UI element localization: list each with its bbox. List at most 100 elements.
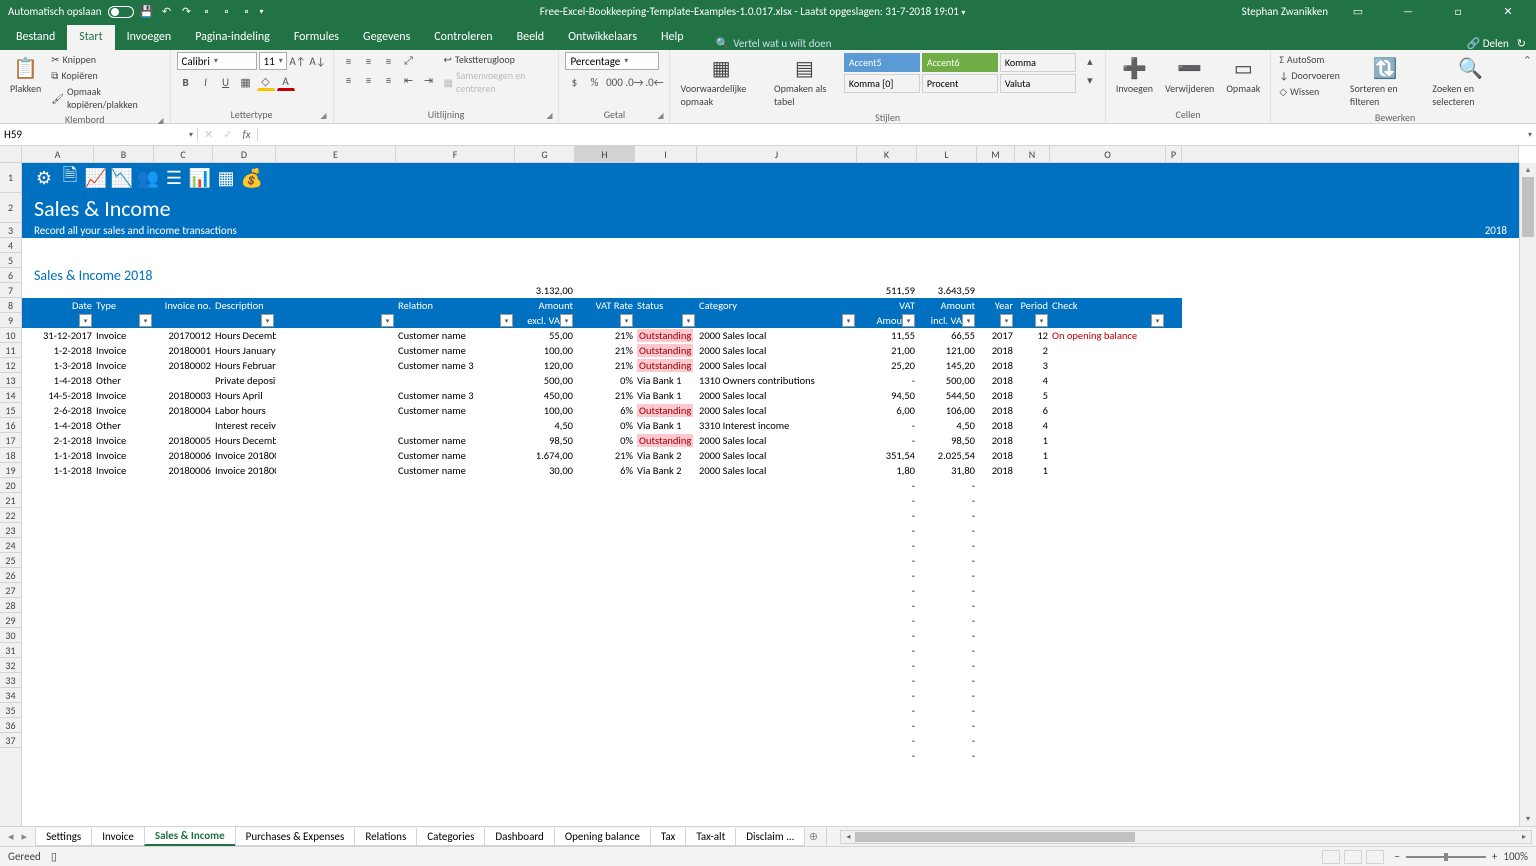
maximize-icon[interactable]: □ xyxy=(1438,0,1478,23)
underline-button[interactable]: U xyxy=(217,73,235,91)
clear-button[interactable]: ◇Wissen xyxy=(1277,84,1342,99)
column-headers[interactable]: ABCDEFGHIJKLMNOP xyxy=(22,146,1519,163)
graph-icon[interactable]: 📉 xyxy=(110,166,134,190)
accounting-icon[interactable]: $ xyxy=(565,73,583,91)
format-cells-button[interactable]: ▭Opmaak xyxy=(1222,52,1264,97)
ribbon-display-icon[interactable]: ▭ xyxy=(1338,0,1378,23)
clipboard-launcher-icon[interactable]: ◢ xyxy=(157,116,163,126)
decrease-decimal-icon[interactable]: .0← xyxy=(645,73,663,91)
qat-icon2[interactable]: ▫ xyxy=(220,5,234,19)
macro-record-icon[interactable]: ▯ xyxy=(51,850,57,863)
style-procent[interactable]: Procent xyxy=(922,74,998,93)
redo-icon[interactable]: ↷ xyxy=(180,5,194,19)
filter-button[interactable] xyxy=(500,314,513,327)
orientation-icon[interactable]: ⤢ xyxy=(400,52,418,70)
fx-icon[interactable]: fx xyxy=(242,128,250,141)
merge-button[interactable]: ▦Samenvoegen en centreren xyxy=(442,68,553,96)
select-all-button[interactable] xyxy=(0,146,22,163)
table-row[interactable]: -- xyxy=(22,748,1519,763)
wrap-text-button[interactable]: ↩Tekstterugloop xyxy=(442,52,553,67)
tab-data[interactable]: Gegevens xyxy=(351,25,422,50)
tab-insert[interactable]: Invoegen xyxy=(115,25,184,50)
undo-icon[interactable]: ↶ xyxy=(160,5,174,19)
insert-cells-button[interactable]: ➕Invoegen xyxy=(1112,52,1157,97)
qat-icon[interactable]: ▫ xyxy=(200,5,214,19)
style-komma0[interactable]: Komma [0] xyxy=(844,74,920,93)
table-row[interactable]: 1-2-2018Invoice20180001Hours JanuaryCust… xyxy=(22,343,1519,358)
table-row[interactable]: -- xyxy=(22,538,1519,553)
percent-icon[interactable]: % xyxy=(585,73,603,91)
row-headers[interactable]: 1234567891011121314151617181920212223242… xyxy=(0,163,22,826)
people-icon[interactable]: 👥 xyxy=(136,166,160,190)
styles-more-up-icon[interactable]: ▴ xyxy=(1081,52,1099,70)
filter-button[interactable] xyxy=(139,314,152,327)
filter-button[interactable] xyxy=(620,314,633,327)
style-valuta[interactable]: Valuta xyxy=(1000,74,1076,93)
number-launcher-icon[interactable]: ◢ xyxy=(657,111,663,121)
user-name[interactable]: Stephan Zwanikken xyxy=(1242,5,1328,18)
tab-nav-first-icon[interactable]: ◂ xyxy=(8,830,14,843)
collapse-ribbon-icon[interactable]: ⌃ xyxy=(1519,50,1536,123)
cancel-fx-icon[interactable]: ✕ xyxy=(204,128,213,141)
sheet-tab-tax[interactable]: Tax xyxy=(650,828,686,846)
align-middle-icon[interactable]: ≡ xyxy=(360,52,378,70)
tab-developer[interactable]: Ontwikkelaars xyxy=(556,25,649,50)
hscroll-thumb[interactable] xyxy=(855,832,1135,842)
fill-button[interactable]: ↓Doorvoeren xyxy=(1277,68,1342,83)
sheet-tab-dashboard[interactable]: Dashboard xyxy=(484,828,554,846)
table-row[interactable]: 1-1-2018Invoice20180006Invoice 20180006C… xyxy=(22,448,1519,463)
align-bottom-icon[interactable]: ≡ xyxy=(380,52,398,70)
hscroll-left-icon[interactable]: ◂ xyxy=(841,831,855,843)
tab-home[interactable]: Start xyxy=(67,25,114,50)
filter-button[interactable] xyxy=(381,314,394,327)
table-row[interactable]: 1-3-2018Invoice20180002Hours FebruaryCus… xyxy=(22,358,1519,373)
filter-button[interactable] xyxy=(902,314,915,327)
table-row[interactable]: -- xyxy=(22,583,1519,598)
scroll-thumb[interactable] xyxy=(1522,177,1534,237)
zoom-in-icon[interactable]: + xyxy=(1492,850,1497,863)
sheet-tab-relations[interactable]: Relations xyxy=(354,828,417,846)
table-row[interactable]: -- xyxy=(22,703,1519,718)
table-row[interactable]: 31-12-2017Invoice20170012Hours DecemberC… xyxy=(22,328,1519,343)
style-accent6[interactable]: Accent6 xyxy=(922,53,998,72)
alignment-launcher-icon[interactable]: ◢ xyxy=(546,111,552,121)
fill-color-button[interactable]: ◇ xyxy=(257,73,275,91)
filter-button[interactable] xyxy=(560,314,573,327)
filter-button[interactable] xyxy=(842,314,855,327)
table-row[interactable]: -- xyxy=(22,628,1519,643)
table-row[interactable]: -- xyxy=(22,718,1519,733)
autosave-toggle[interactable] xyxy=(108,6,134,18)
table-row[interactable]: -- xyxy=(22,508,1519,523)
table-row[interactable]: 1-1-2018Invoice20180006Invoice 20180006C… xyxy=(22,463,1519,478)
table-row[interactable]: -- xyxy=(22,643,1519,658)
sheet-tab-settings[interactable]: Settings xyxy=(35,828,92,846)
font-name-combo[interactable]: Calibri▾ xyxy=(177,52,257,70)
tab-formulas[interactable]: Formules xyxy=(282,25,351,50)
italic-button[interactable]: I xyxy=(197,73,215,91)
sheet-tab-sales[interactable]: Sales & Income xyxy=(144,827,236,846)
table-row[interactable]: -- xyxy=(22,673,1519,688)
sheet-tab-invoice[interactable]: Invoice xyxy=(91,828,145,846)
table-row[interactable]: 2-1-2018Invoice20180005Hours December 31… xyxy=(22,433,1519,448)
enter-fx-icon[interactable]: ✓ xyxy=(223,128,232,141)
horizontal-scrollbar[interactable]: ◂ ▸ xyxy=(840,830,1532,844)
align-top-icon[interactable]: ≡ xyxy=(340,52,358,70)
filter-button[interactable] xyxy=(79,314,92,327)
paste-button[interactable]: 📋 Plakken xyxy=(6,52,45,97)
tab-review[interactable]: Controleren xyxy=(422,25,504,50)
style-accent5[interactable]: Accent5 xyxy=(844,53,920,72)
table-row[interactable]: -- xyxy=(22,658,1519,673)
sheet-tab-categories[interactable]: Categories xyxy=(416,828,485,846)
grow-font-icon[interactable]: A↑ xyxy=(289,52,307,70)
hscroll-right-icon[interactable]: ▸ xyxy=(1517,831,1531,843)
conditional-formatting-button[interactable]: ▦Voorwaardelijke opmaak xyxy=(676,52,765,110)
format-painter-button[interactable]: 🖌Opmaak kopiëren/plakken xyxy=(49,84,163,112)
format-as-table-button[interactable]: ▤Opmaken als tabel xyxy=(770,52,839,110)
number-format-combo[interactable]: Percentage▾ xyxy=(565,52,659,70)
filter-button[interactable] xyxy=(261,314,274,327)
view-pagelayout-icon[interactable] xyxy=(1344,850,1362,864)
styles-more-down-icon[interactable]: ▾ xyxy=(1081,71,1099,89)
table-row[interactable]: -- xyxy=(22,688,1519,703)
sort-filter-button[interactable]: 🔃Sorteren en filteren xyxy=(1346,52,1424,110)
expand-formula-bar-icon[interactable]: ▾ xyxy=(1524,130,1536,140)
